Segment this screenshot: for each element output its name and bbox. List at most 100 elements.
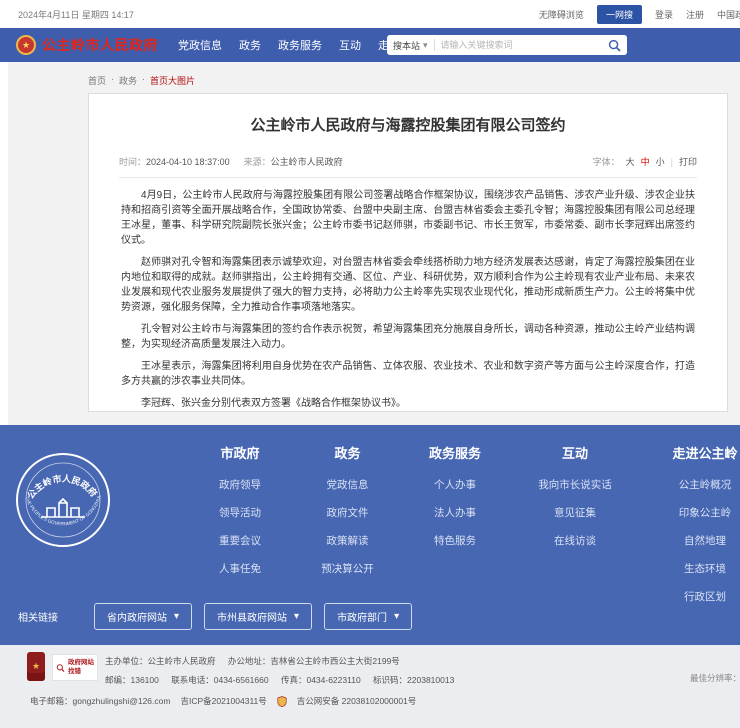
site-title: 公主岭市人民政府 (42, 35, 158, 55)
search-button[interactable] (601, 35, 627, 55)
registration-info: 电子邮箱：gongzhulingshi@126.com 吉ICP备2021004… (30, 695, 426, 707)
paragraph: 李冠辉、张兴金分别代表双方签署《战略合作框架协议书》。 (121, 396, 695, 411)
nav-item-party-info[interactable]: 党政信息 (178, 37, 222, 53)
office-address-text: 办公地址：吉林省公主岭市西公主大街2199号 (228, 656, 400, 666)
police-badge-icon (277, 696, 287, 707)
chevron-down-icon: ▾ (394, 611, 399, 622)
breadcrumb-home[interactable]: 首页 (88, 74, 106, 87)
host-unit-text: 主办单位：公主岭市人民政府 (105, 656, 216, 666)
nav-item-government[interactable]: 政务 (239, 37, 261, 53)
site-footer: 公主岭市人民政府 THE PEOPLE'S GOVERNMENT OF GONG… (0, 425, 740, 645)
contact-info: 主办单位：公主岭市人民政府 办公地址：吉林省公主岭市西公主大街2199号 邮编：… (105, 652, 464, 690)
provincial-sites-dropdown[interactable]: 省内政府网站 ▾ (94, 603, 192, 630)
fax-text: 传真：0434-6223110 (281, 675, 361, 685)
source-label: 来源： (244, 155, 271, 168)
article-body: 4月9日，公主岭市人民政府与海露控股集团有限公司签署战略合作框架协议，围绕涉农产… (121, 188, 695, 411)
related-links-label: 相关链接 (18, 609, 58, 624)
footer-link[interactable]: 个人办事 (400, 477, 510, 492)
article-card: 公主岭市人民政府与海露控股集团有限公司签约 时间： 2024-04-10 18:… (88, 93, 728, 412)
footer-col-services: 政务服务 个人办事 法人办事 特色服务 (400, 443, 510, 617)
article-tools: 字体： 大 中 小 | 打印 (593, 155, 697, 168)
search-box: 搜本站 ▾ (387, 35, 627, 55)
site-error-report-badge[interactable]: 政府网站 找错 (52, 654, 98, 681)
search-icon (608, 39, 621, 52)
footer-link[interactable]: 生态环境 (640, 561, 740, 576)
bottom-info-bar: ★ 政府网站 找错 主办单位：公主岭市人民政府 办公地址：吉林省公主岭市西公主大… (0, 645, 740, 728)
svg-text:公主岭市人民政府: 公主岭市人民政府 (25, 473, 99, 501)
chevron-down-icon: ▾ (174, 611, 179, 622)
nav-item-interaction[interactable]: 互动 (339, 37, 361, 53)
phone-text: 联系电话：0434-6561660 (171, 675, 268, 685)
nav-item-services[interactable]: 政务服务 (278, 37, 322, 53)
page-edge (0, 62, 8, 425)
footer-link[interactable]: 印象公主岭 (640, 505, 740, 520)
site-id-text: 标识码：2203810013 (373, 675, 454, 685)
footer-link[interactable]: 政策解读 (295, 533, 400, 548)
gate-building-icon (41, 499, 85, 517)
breadcrumb-separator: · (111, 74, 114, 87)
accessibility-link[interactable]: 无障碍浏览 (539, 8, 584, 21)
footer-col-about: 走进公主岭 公主岭概况 印象公主岭 自然地理 生态环境 行政区划 (640, 443, 740, 617)
footer-link[interactable]: 预决算公开 (295, 561, 400, 576)
police-record-link[interactable]: 吉公网安备 22038102000001号 (297, 695, 417, 707)
article-title: 公主岭市人民政府与海露控股集团有限公司签约 (89, 114, 727, 135)
footer-col-government: 政务 党政信息 政府文件 政策解读 预决算公开 (295, 443, 400, 617)
chevron-down-icon: ▾ (294, 611, 299, 622)
article-meta: 时间： 2024-04-10 18:37:00 来源： 公主岭市人民政府 字体：… (119, 155, 697, 178)
utility-bar: 2024年4月11日 星期四 14:17 无障碍浏览 一网搜 登录 注册 中国政… (0, 0, 740, 28)
font-size-label: 字体： (593, 155, 620, 168)
postcode-text: 邮编：136100 (105, 675, 159, 685)
email-text: 电子邮箱：gongzhulingshi@126.com (30, 695, 170, 707)
login-link[interactable]: 登录 (655, 8, 673, 21)
footer-link[interactable]: 党政信息 (295, 477, 400, 492)
search-input[interactable] (435, 40, 601, 50)
china-gov-link[interactable]: 中国政府网 (717, 8, 740, 21)
footer-link[interactable]: 重要会议 (185, 533, 295, 548)
search-scope-select[interactable]: 搜本站 ▾ (387, 39, 435, 51)
breadcrumb-section[interactable]: 政务 (119, 74, 137, 87)
time-value: 2024-04-10 18:37:00 (146, 157, 230, 167)
government-seal-icon: 公主岭市人民政府 THE PEOPLE'S GOVERNMENT OF GONG… (14, 451, 112, 549)
footer-link[interactable]: 政府文件 (295, 505, 400, 520)
chevron-down-icon: ▾ (423, 40, 428, 51)
footer-link[interactable]: 自然地理 (640, 533, 740, 548)
icp-license-link[interactable]: 吉ICP备2021004311号 (180, 695, 266, 707)
footer-link[interactable]: 法人办事 (400, 505, 510, 520)
paragraph: 赵师骐对孔令智和海露集团表示诚挚欢迎，对台盟吉林省委会牵线搭桥助力地方经济发展表… (121, 255, 695, 315)
footer-columns: 市政府 政府领导 领导活动 重要会议 人事任免 政务 党政信息 政府文件 政策解… (185, 443, 740, 617)
footer-link[interactable]: 特色服务 (400, 533, 510, 548)
breadcrumb-separator: · (142, 74, 145, 87)
national-emblem-icon: ★ (16, 35, 36, 55)
font-medium-button[interactable]: 中 (641, 155, 650, 168)
paragraph: 4月9日，公主岭市人民政府与海露控股集团有限公司签署战略合作框架协议，围绕涉农产… (121, 188, 695, 248)
time-label: 时间： (119, 155, 146, 168)
register-link[interactable]: 注册 (686, 8, 704, 21)
footer-link[interactable]: 意见征集 (510, 505, 640, 520)
footer-link[interactable]: 公主岭概况 (640, 477, 740, 492)
related-links-bar: 相关链接 省内政府网站 ▾ 市州县政府网站 ▾ 市政府部门 ▾ (18, 603, 424, 630)
utility-links: 无障碍浏览 一网搜 登录 注册 中国政府网 (539, 5, 740, 24)
footer-link[interactable]: 人事任免 (185, 561, 295, 576)
font-large-button[interactable]: 大 (626, 155, 635, 168)
breadcrumb: 首页 · 政务 · 首页大图片 (88, 74, 195, 87)
datetime-text: 2024年4月11日 星期四 14:17 (18, 8, 134, 21)
gov-badge-icon[interactable]: ★ (27, 652, 45, 681)
footer-link[interactable]: 政府领导 (185, 477, 295, 492)
departments-dropdown[interactable]: 市政府部门 ▾ (324, 603, 412, 630)
find-error-icon (56, 662, 65, 674)
footer-link[interactable]: 我向市长说实话 (510, 477, 640, 492)
paragraph: 孔令智对公主岭市与海露集团的签约合作表示祝贺，希望海露集团充分施展自身所长，调动… (121, 322, 695, 352)
one-search-button[interactable]: 一网搜 (597, 5, 642, 24)
footer-link[interactable]: 领导活动 (185, 505, 295, 520)
resolution-text: 最佳分辨率：1920*1080 (690, 672, 740, 684)
footer-col-city-gov: 市政府 政府领导 领导活动 重要会议 人事任免 (185, 443, 295, 617)
font-small-button[interactable]: 小 (656, 155, 665, 168)
source-value: 公主岭市人民政府 (271, 155, 343, 168)
footer-link[interactable]: 行政区划 (640, 589, 740, 604)
divider: | (671, 157, 673, 167)
print-button[interactable]: 打印 (679, 155, 697, 168)
site-header: ★ 公主岭市人民政府 党政信息 政务 政务服务 互动 走进公主岭 搜本站 ▾ (0, 28, 740, 62)
county-sites-dropdown[interactable]: 市州县政府网站 ▾ (204, 603, 312, 630)
paragraph: 王冰星表示，海露集团将利用自身优势在农产品销售、立体农服、农业技术、农业和数字资… (121, 359, 695, 389)
footer-link[interactable]: 在线访谈 (510, 533, 640, 548)
